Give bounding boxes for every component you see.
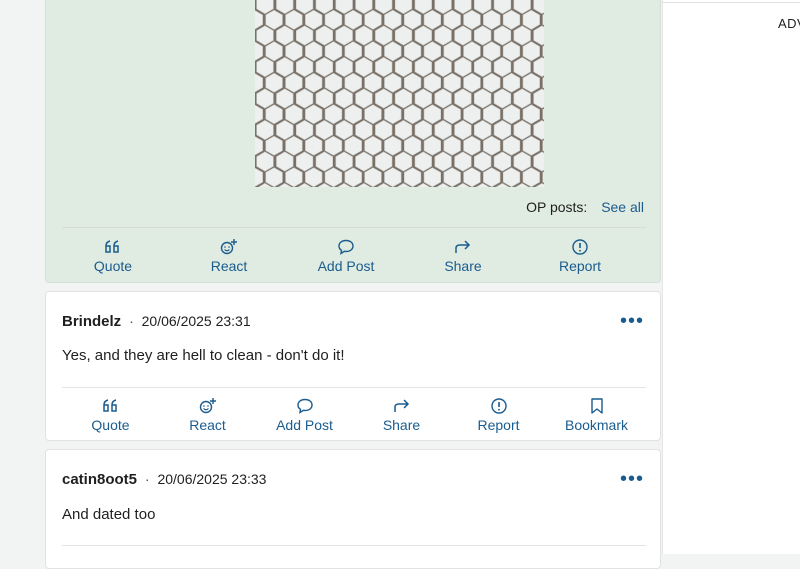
- advert-column: [662, 0, 800, 554]
- bookmark-label: Bookmark: [564, 417, 629, 433]
- quote-icon: [104, 238, 122, 256]
- header-separator: ·: [144, 471, 150, 487]
- see-all-link[interactable]: See all: [601, 199, 644, 215]
- react-label: React: [189, 417, 226, 433]
- hexagon-tiles-image: [255, 0, 544, 187]
- post-image-hexagon-tiles[interactable]: [255, 0, 544, 187]
- post-more-options-button[interactable]: •••: [620, 311, 644, 331]
- advert-label: ADV: [778, 16, 800, 31]
- react-icon: [220, 238, 238, 256]
- op-share-label: Share: [444, 258, 482, 274]
- op-report-button[interactable]: Report: [519, 238, 641, 274]
- op-report-label: Report: [558, 258, 602, 274]
- quote-label: Quote: [91, 417, 130, 433]
- op-add-post-label: Add Post: [317, 258, 375, 274]
- post-username[interactable]: catin8oot5: [62, 471, 137, 488]
- share-button[interactable]: Share: [353, 397, 450, 433]
- add-post-label: Add Post: [276, 417, 333, 433]
- op-quote-label: Quote: [93, 258, 133, 274]
- post-text: Yes, and they are hell to clean - don't …: [62, 347, 345, 364]
- post-card-catin8oot5: catin8oot5 · 20/06/2025 23:33 ••• And da…: [45, 449, 661, 569]
- op-actions-divider: [62, 227, 646, 228]
- report-icon: [571, 238, 589, 256]
- post-action-bar: Quote React Add Post Share Report Bookma…: [62, 397, 646, 433]
- op-quote-button[interactable]: Quote: [53, 238, 173, 274]
- post-text: And dated too: [62, 506, 156, 523]
- post-actions-divider: [62, 387, 646, 388]
- quote-icon: [102, 397, 120, 415]
- bookmark-icon: [588, 397, 606, 415]
- share-label: Share: [382, 417, 421, 433]
- post-card-brindelz: Brindelz · 20/06/2025 23:31 ••• Yes, and…: [45, 291, 661, 441]
- op-posts-row: OP posts: See all: [526, 199, 644, 215]
- share-icon: [454, 238, 472, 256]
- op-react-label: React: [210, 258, 248, 274]
- post-actions-divider: [62, 545, 646, 546]
- share-icon: [393, 397, 411, 415]
- quote-button[interactable]: Quote: [62, 397, 159, 433]
- add-post-button[interactable]: Add Post: [256, 397, 353, 433]
- post-more-options-button[interactable]: •••: [620, 469, 644, 489]
- report-label: Report: [477, 417, 520, 433]
- op-action-bar: Quote React Add Post Share Report: [53, 238, 653, 274]
- bookmark-button[interactable]: Bookmark: [547, 397, 646, 433]
- react-button[interactable]: React: [159, 397, 256, 433]
- post-header: Brindelz · 20/06/2025 23:31: [62, 313, 251, 330]
- post-header: catin8oot5 · 20/06/2025 23:33: [62, 471, 266, 488]
- op-share-button[interactable]: Share: [407, 238, 519, 274]
- report-button[interactable]: Report: [450, 397, 547, 433]
- advert-divider: [662, 2, 800, 3]
- comment-icon: [337, 238, 355, 256]
- op-react-button[interactable]: React: [173, 238, 285, 274]
- react-icon: [199, 397, 217, 415]
- post-timestamp[interactable]: 20/06/2025 23:31: [142, 313, 251, 329]
- op-post-card: OP posts: See all Quote React Add Post S…: [45, 0, 661, 283]
- header-separator: ·: [129, 313, 134, 329]
- comment-icon: [296, 397, 314, 415]
- report-icon: [490, 397, 508, 415]
- op-add-post-button[interactable]: Add Post: [285, 238, 407, 274]
- op-posts-label: OP posts:: [526, 199, 588, 215]
- post-timestamp[interactable]: 20/06/2025 23:33: [157, 471, 266, 487]
- post-username[interactable]: Brindelz: [62, 313, 121, 330]
